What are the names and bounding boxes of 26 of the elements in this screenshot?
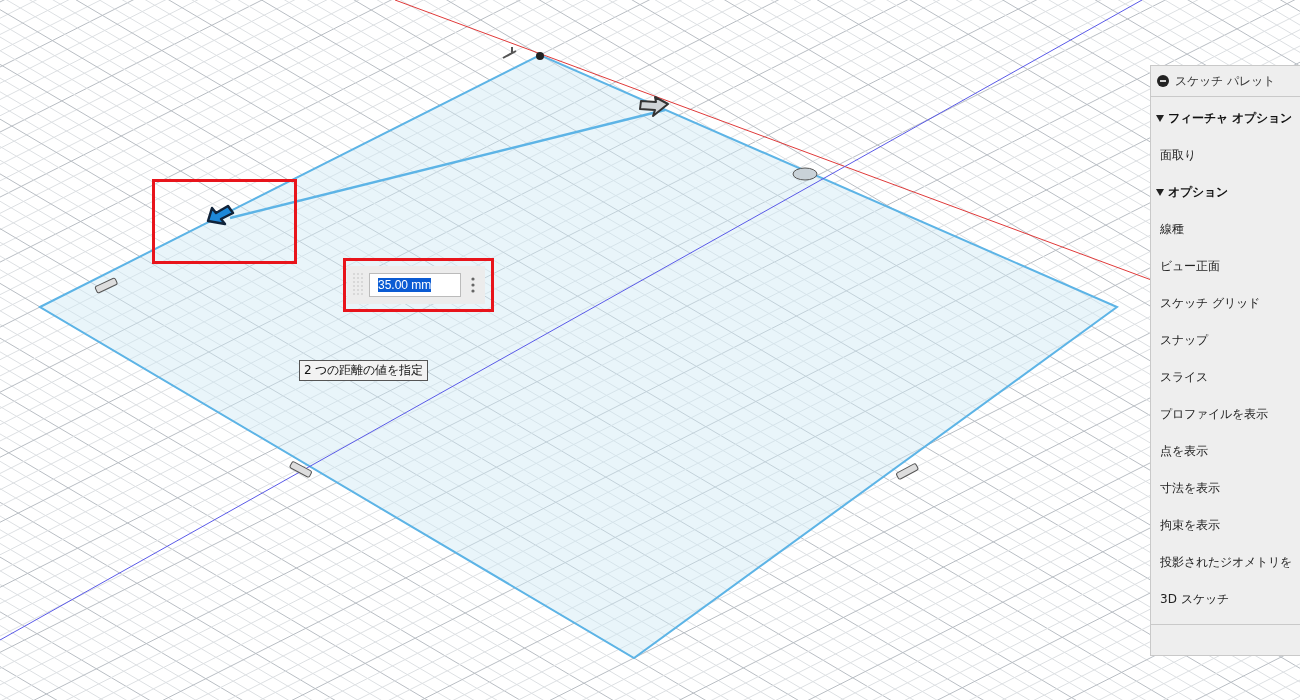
- constraint-icon: [94, 277, 119, 294]
- tooltip: 2 つの距離の値を指定: [299, 360, 429, 381]
- section-header[interactable]: フィーチャ オプション: [1151, 100, 1300, 137]
- palette-option[interactable]: スナップ: [1151, 322, 1300, 359]
- origin-point: [536, 52, 544, 60]
- palette-option[interactable]: スライス: [1151, 359, 1300, 396]
- palette-option[interactable]: 投影されたジオメトリを: [1151, 544, 1300, 581]
- collapse-icon[interactable]: [1157, 75, 1169, 87]
- constraint-icon: [288, 460, 313, 479]
- palette-option[interactable]: 点を表示: [1151, 433, 1300, 470]
- palette-option[interactable]: 線種: [1151, 211, 1300, 248]
- palette-option[interactable]: 3D スケッチ: [1151, 581, 1300, 618]
- constraint-icon: [792, 167, 818, 181]
- palette-option[interactable]: 拘束を表示: [1151, 507, 1300, 544]
- dimension-input[interactable]: 35.00 mm: [369, 273, 461, 297]
- section-header[interactable]: オプション: [1151, 174, 1300, 211]
- palette-option[interactable]: 面取り: [1151, 137, 1300, 174]
- palette-title: スケッチ パレット: [1175, 72, 1275, 90]
- arrow-icon[interactable]: [206, 204, 235, 226]
- palette-option[interactable]: スケッチ グリッド: [1151, 285, 1300, 322]
- palette-option[interactable]: ビュー正面: [1151, 248, 1300, 285]
- palette-option[interactable]: 寸法を表示: [1151, 470, 1300, 507]
- constraint-icon: [502, 46, 517, 59]
- cursor-arrow-icon: [639, 96, 669, 117]
- palette-option[interactable]: プロファイルを表示: [1151, 396, 1300, 433]
- constraint-icon: [895, 462, 920, 481]
